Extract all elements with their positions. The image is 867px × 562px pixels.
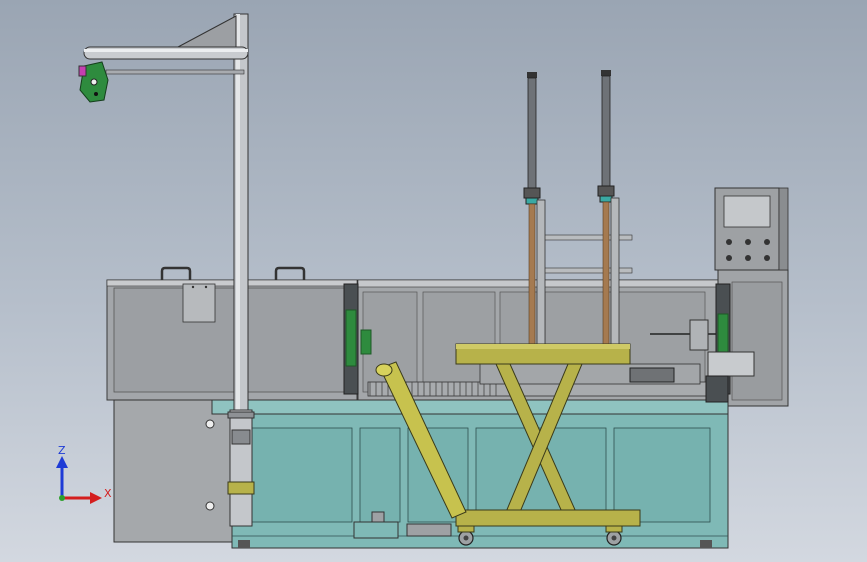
hoist xyxy=(78,61,109,103)
axis-triad: Z X xyxy=(56,444,112,504)
control-panel xyxy=(714,187,789,271)
cad-viewport[interactable]: Z X xyxy=(0,0,867,562)
panel-screen xyxy=(723,195,771,228)
z-axis-label: Z xyxy=(58,444,66,457)
x-axis-label: X xyxy=(104,487,112,500)
